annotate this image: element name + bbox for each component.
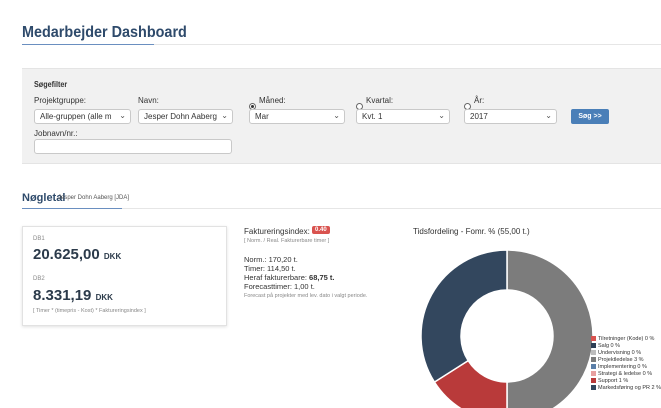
page-title: Medarbejder Dashboard bbox=[22, 24, 187, 41]
total-hours: Timer: 114,50 t. bbox=[244, 264, 296, 273]
chevron-down-icon: ⌄ bbox=[438, 111, 445, 120]
legend-item[interactable]: Support 1 % bbox=[591, 378, 661, 385]
project-group-label: Projektgruppe: bbox=[34, 96, 87, 105]
legend-swatch bbox=[591, 364, 596, 370]
search-button[interactable]: Søg >> bbox=[571, 109, 609, 124]
legend-swatch bbox=[591, 343, 596, 349]
legend-item[interactable]: Undervisning 0 % bbox=[591, 350, 661, 357]
legend-label: Strategi & ledelse 0 % bbox=[598, 371, 653, 377]
keyfigures-subtitle: Jesper Dohn Aaberg [JDA] bbox=[58, 195, 130, 201]
chart-legend: Tilretninger (Kode) 0 % Salg 0 % Undervisn… bbox=[591, 336, 661, 392]
db1-value-group: 20.625,00 DKK bbox=[33, 246, 121, 263]
title-underline bbox=[22, 44, 154, 45]
legend-label: Implementering 0 % bbox=[598, 364, 647, 370]
name-select[interactable]: Jesper Dohn Aaberg ⌄ bbox=[138, 109, 233, 124]
legend-label: Tilretninger (Kode) 0 % bbox=[598, 336, 655, 342]
title-divider bbox=[154, 44, 661, 45]
db2-value: 8.331,19 bbox=[33, 287, 92, 304]
filter-title: Søgefilter bbox=[34, 80, 68, 89]
billing-index-formula: [ Norm. / Real. Fakturerbare timer ] bbox=[244, 238, 330, 244]
quarter-label: Kvartal: bbox=[366, 96, 394, 105]
legend-label: Undervisning 0 % bbox=[598, 350, 642, 356]
forecast-hours: Forecasttimer: 1,00 t. bbox=[244, 282, 315, 291]
legend-item[interactable]: Salg 0 % bbox=[591, 343, 661, 350]
db1-label: DB1 bbox=[33, 236, 45, 242]
legend-label: Markedsføring og PR 2 % bbox=[598, 385, 661, 391]
billing-index-badge: 0.40 bbox=[312, 226, 330, 234]
legend-swatch bbox=[591, 371, 596, 377]
legend-label: Support 1 % bbox=[598, 378, 629, 384]
job-input[interactable] bbox=[34, 139, 232, 154]
year-label: År: bbox=[474, 96, 485, 105]
legend-label: Salg 0 % bbox=[598, 343, 621, 349]
legend-item[interactable]: Tilretninger (Kode) 0 % bbox=[591, 336, 661, 343]
db1-value: 20.625,00 bbox=[33, 246, 100, 263]
section-underline bbox=[22, 208, 122, 209]
donut-slice-2[interactable] bbox=[420, 249, 508, 384]
legend-item[interactable]: Implementering 0 % bbox=[591, 364, 661, 371]
month-label: Måned: bbox=[259, 96, 286, 105]
quarter-select[interactable]: Kvt. 1 ⌄ bbox=[356, 109, 450, 124]
forecast-note: Forecast på projekter med lev. dato i va… bbox=[244, 293, 368, 299]
time-distribution-donut bbox=[420, 249, 594, 408]
chevron-down-icon: ⌄ bbox=[545, 111, 552, 120]
year-value: 2017 bbox=[470, 112, 488, 121]
month-select[interactable]: Mar ⌄ bbox=[249, 109, 345, 124]
db1-unit: DKK bbox=[103, 252, 122, 261]
job-label: Jobnavn/nr.: bbox=[34, 129, 78, 138]
name-label: Navn: bbox=[138, 96, 159, 105]
legend-item[interactable]: Markedsføring og PR 2 % bbox=[591, 385, 661, 392]
norm-hours: Norm.: 170,20 t. bbox=[244, 255, 298, 264]
legend-swatch bbox=[591, 357, 596, 363]
legend-item[interactable]: Strategi & ledelse 0 % bbox=[591, 371, 661, 378]
name-value: Jesper Dohn Aaberg bbox=[144, 112, 217, 121]
project-group-select[interactable]: Alle-gruppen (alle m ⌄ bbox=[34, 109, 131, 124]
year-select[interactable]: 2017 ⌄ bbox=[464, 109, 557, 124]
month-value: Mar bbox=[255, 112, 269, 121]
legend-label: Projektledelse 3 % bbox=[598, 357, 644, 363]
billable-hours: Heraf fakturerbare: 68,75 t. bbox=[244, 273, 334, 282]
project-group-value: Alle-gruppen (alle m bbox=[40, 112, 112, 121]
chevron-down-icon: ⌄ bbox=[119, 111, 126, 120]
donut-slice-0[interactable] bbox=[506, 249, 594, 408]
quarter-value: Kvt. 1 bbox=[362, 112, 383, 121]
billable-label: Heraf fakturerbare: bbox=[244, 273, 310, 282]
chevron-down-icon: ⌄ bbox=[333, 111, 340, 120]
legend-item[interactable]: Projektledelse 3 % bbox=[591, 357, 661, 364]
billable-value: 68,75 t. bbox=[309, 273, 335, 282]
legend-swatch bbox=[591, 350, 596, 356]
db2-label: DB2 bbox=[33, 276, 45, 282]
legend-swatch bbox=[591, 336, 596, 342]
db2-value-group: 8.331,19 DKK bbox=[33, 287, 113, 304]
db2-formula: [ Timer * (timepris - Kost) * Fakturerin… bbox=[33, 308, 146, 314]
billing-index-label: Faktureringsindex: bbox=[244, 227, 310, 236]
legend-swatch bbox=[591, 385, 596, 391]
legend-swatch bbox=[591, 378, 596, 384]
db2-unit: DKK bbox=[95, 293, 113, 302]
chevron-down-icon: ⌄ bbox=[221, 111, 228, 120]
section-divider bbox=[122, 208, 661, 209]
